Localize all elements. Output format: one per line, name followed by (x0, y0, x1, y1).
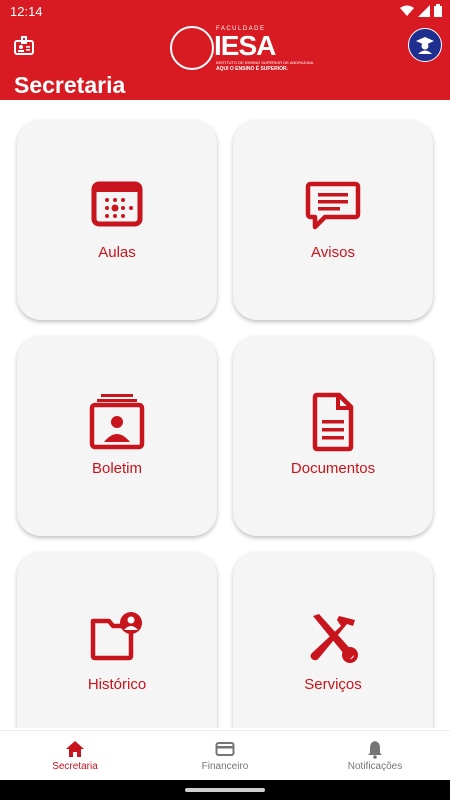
home-icon (66, 741, 84, 757)
tools-icon (310, 614, 358, 663)
nav-item-notificacoes[interactable]: Notificações (300, 731, 450, 781)
logo-name: IESA (214, 30, 276, 61)
report-card-icon (89, 394, 145, 450)
page-title: Secretaria (14, 72, 126, 98)
card-label: Aulas (98, 244, 136, 261)
card-avisos[interactable]: Avisos (233, 120, 433, 320)
signal-icon (418, 4, 430, 17)
card-historico[interactable]: Histórico (17, 552, 217, 728)
card-boletim[interactable]: Boletim (17, 336, 217, 536)
wifi-icon (400, 5, 414, 16)
document-icon (312, 392, 354, 452)
card-documentos[interactable]: Documentos (233, 336, 433, 536)
card-label: Documentos (290, 460, 376, 477)
card-label: Boletim (91, 460, 143, 477)
card-label: Histórico (87, 676, 147, 693)
credit-card-icon (215, 742, 235, 756)
card-aulas[interactable]: Aulas (17, 120, 217, 320)
status-time: 12:14 (10, 4, 43, 19)
status-icons (400, 4, 442, 17)
bottom-navigation: Secretaria Financeiro Notificações (0, 730, 450, 780)
folder-user-icon (90, 612, 142, 661)
message-icon (305, 181, 361, 230)
app-bar: FACULDADE IESA INSTITUTO DE ENSINO SUPER… (0, 24, 450, 100)
bell-icon (368, 741, 382, 759)
nav-label: Secretaria (52, 761, 98, 772)
logo-subline: INSTITUTO DE ENSINO SUPERIOR DE ANDRADIN… (216, 60, 314, 65)
id-card-icon[interactable] (12, 34, 36, 58)
nav-label: Financeiro (201, 761, 249, 772)
iesa-logo: FACULDADE IESA INSTITUTO DE ENSINO SUPER… (170, 18, 313, 72)
logo-tagline: AQUI O ENSINO É SUPERIOR. (216, 66, 288, 72)
menu-grid: Aulas Avisos Boletim Documentos Históric… (0, 118, 450, 728)
system-navigation-bar (0, 780, 450, 800)
logo-ring (170, 26, 214, 70)
card-servicos[interactable]: Serviços (233, 552, 433, 728)
home-gesture-handle[interactable] (185, 788, 265, 792)
card-label: Serviços (304, 676, 362, 693)
nav-label: Notificações (347, 761, 403, 772)
card-label: Avisos (311, 244, 355, 261)
nav-item-financeiro[interactable]: Financeiro (150, 731, 300, 781)
graduate-icon (416, 37, 434, 54)
profile-avatar[interactable] (408, 28, 442, 62)
app-screen: 12:14 FACULDADE IESA INSTITUTO DE ENSINO… (0, 0, 450, 800)
calendar-icon (91, 181, 143, 227)
battery-icon (434, 4, 442, 17)
nav-item-secretaria[interactable]: Secretaria (0, 731, 150, 781)
